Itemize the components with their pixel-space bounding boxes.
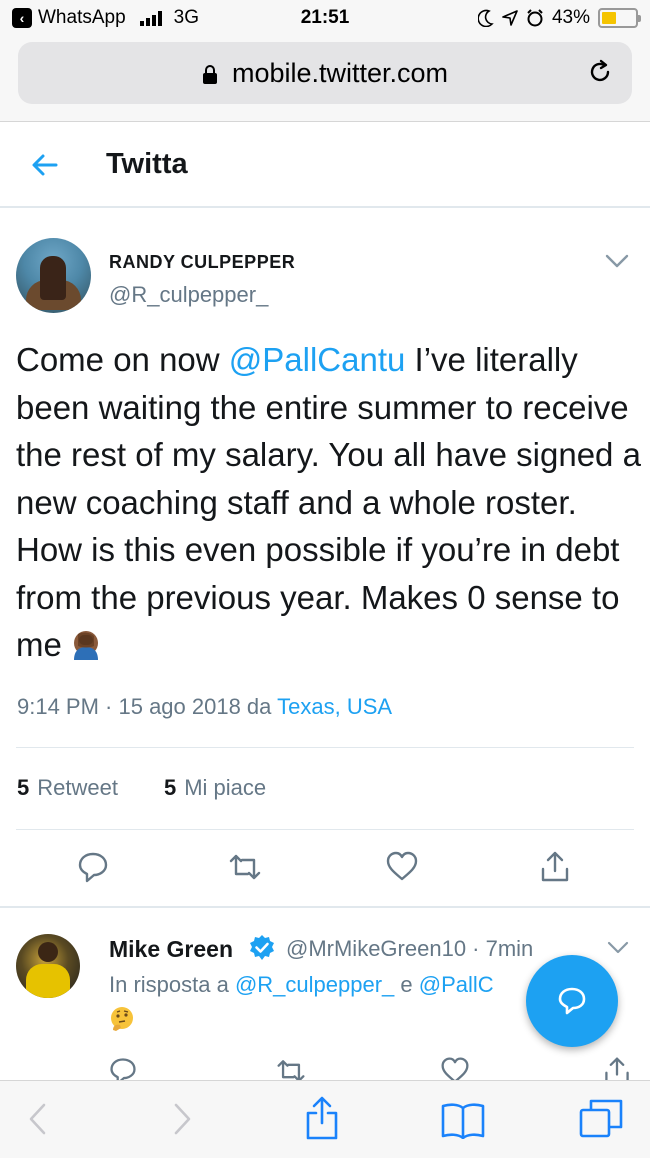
battery-icon [598, 8, 641, 28]
chevron-down-icon[interactable] [606, 940, 630, 956]
retweet-icon[interactable] [276, 1056, 306, 1080]
reply-context-prefix: In risposta a [109, 972, 235, 997]
tweet-text-rest: I’ve literally been waiting the entire s… [16, 341, 641, 663]
reload-icon[interactable] [586, 58, 614, 86]
moon-icon [477, 9, 494, 27]
author-handle[interactable]: @R_culpepper_ [109, 282, 268, 308]
retweet-label: Retweet [37, 775, 118, 800]
reply-actions [0, 1052, 650, 1080]
share-icon[interactable] [303, 1095, 341, 1141]
page-header: Twitta [0, 122, 650, 208]
tweet-text: Come on now @PallCantu I’ve literally be… [16, 336, 641, 669]
reply-handle-time: @MrMikeGreen10 · 7min [286, 936, 534, 961]
retweet-count: 5 [17, 775, 30, 800]
tweet-stats: 5 Retweet 5 Mi piace [17, 775, 266, 801]
divider [16, 747, 634, 748]
battery-fill [602, 12, 616, 24]
retweet-stat[interactable]: 5 Retweet [17, 775, 118, 801]
lock-icon [202, 65, 217, 84]
reply-icon[interactable] [108, 1056, 138, 1080]
divider [16, 829, 634, 830]
battery-percent: 43% [551, 7, 590, 28]
avatar[interactable] [16, 238, 91, 313]
status-bar: ‹ WhatsApp 3G 21:51 43% [0, 0, 650, 40]
compose-reply-icon [558, 987, 586, 1015]
forward-nav-icon[interactable] [170, 1101, 194, 1137]
mention-link[interactable]: @PallCantu [229, 341, 406, 378]
compose-button[interactable] [526, 955, 618, 1047]
reply-context: In risposta a @R_culpepper_ e @PallC [109, 972, 549, 998]
share-icon[interactable] [602, 1056, 632, 1080]
chevron-down-icon[interactable] [604, 252, 630, 270]
thinking-emoji-icon [111, 1007, 133, 1031]
retweet-icon[interactable] [228, 850, 262, 884]
location-link[interactable]: Texas, USA [277, 694, 392, 719]
heart-icon[interactable] [385, 850, 419, 884]
divider [0, 906, 650, 908]
bookmarks-icon[interactable] [440, 1101, 486, 1139]
address-bar[interactable]: mobile.twitter.com [18, 42, 632, 104]
browser-toolbar [0, 1080, 650, 1158]
tweet-timestamp: 9:14 PM · 15 ago 2018 da [17, 694, 278, 719]
like-stat[interactable]: 5 Mi piace [164, 775, 266, 801]
mention-link[interactable]: @R_culpepper_ [235, 972, 394, 997]
tweet-meta: 9:14 PM · 15 ago 2018 da Texas, USA [17, 694, 392, 720]
tabs-icon[interactable] [578, 1097, 624, 1139]
tweet-actions [0, 850, 650, 890]
reply-icon[interactable] [76, 850, 110, 884]
url-text: mobile.twitter.com [231, 57, 449, 88]
reply-author-name[interactable]: Mike Green [109, 936, 233, 963]
back-nav-icon[interactable] [26, 1101, 50, 1137]
facepalm-emoji-icon [73, 631, 98, 660]
location-icon [502, 10, 518, 26]
author-name[interactable]: RANDY CULPEPPER [109, 252, 295, 273]
mention-link[interactable]: @PallC [419, 972, 494, 997]
tweet-text-start: Come on now [16, 341, 229, 378]
browser-chrome: mobile.twitter.com [0, 40, 650, 122]
share-icon[interactable] [538, 850, 572, 884]
verified-badge-icon [250, 935, 274, 960]
alarm-icon [527, 9, 543, 27]
heart-icon[interactable] [440, 1056, 470, 1080]
status-right: 43% [477, 7, 641, 29]
reply-context-join: e [394, 972, 419, 997]
avatar[interactable] [16, 934, 80, 998]
like-label: Mi piace [184, 775, 267, 800]
back-arrow-icon[interactable] [30, 150, 60, 180]
page-title: Twitta [106, 148, 188, 180]
like-count: 5 [163, 775, 177, 800]
